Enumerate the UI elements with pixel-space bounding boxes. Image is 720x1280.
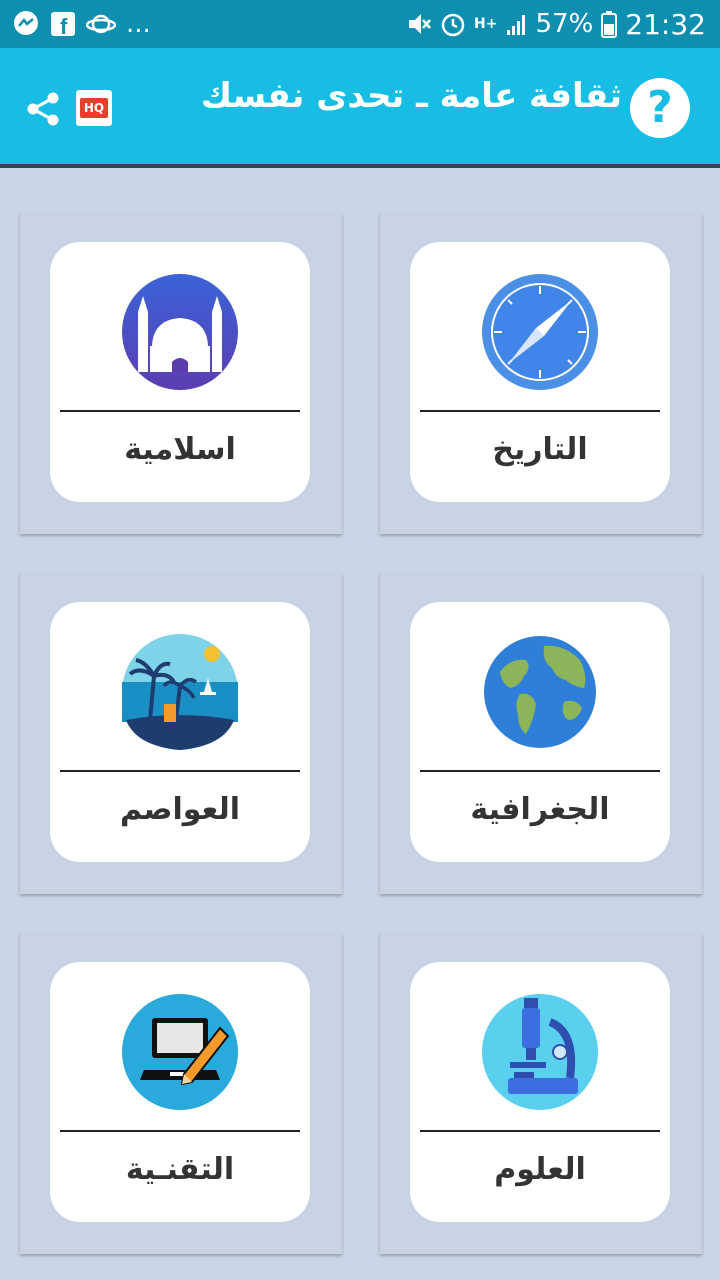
globe-icon [484, 636, 596, 748]
category-card[interactable]: التاريخ [410, 242, 670, 502]
divider [60, 410, 300, 412]
compass-icon [482, 274, 598, 390]
divider [420, 410, 660, 412]
alarm-icon [441, 13, 465, 37]
category-label: الجغرافية [470, 792, 610, 827]
network-type: H+ [474, 16, 498, 32]
share-icon[interactable] [24, 90, 62, 128]
category-card[interactable]: العلوم [410, 962, 670, 1222]
hq-icon: HQ [80, 98, 108, 118]
divider [420, 1130, 660, 1132]
clock: 21:32 [625, 7, 706, 41]
category-label: اسلامية [124, 432, 236, 467]
divider [420, 770, 660, 772]
category-card[interactable]: التقنـية [50, 962, 310, 1222]
facebook-icon: f [51, 12, 75, 37]
microscope-icon [482, 994, 598, 1110]
planet-icon [86, 14, 116, 34]
category-card[interactable]: اسلامية [50, 242, 310, 502]
category-tile-capitals[interactable]: العواصم [20, 572, 342, 894]
hq-button[interactable]: HQ [76, 90, 112, 126]
category-tile-islamic[interactable]: اسلامية [20, 212, 342, 534]
battery-icon [601, 11, 618, 38]
help-button[interactable]: ? [630, 78, 690, 138]
category-card[interactable]: العواصم [50, 602, 310, 862]
app-title: ثقافة عامة ـ تحدى نفسك [200, 76, 622, 116]
category-tile-geography[interactable]: الجغرافية [380, 572, 702, 894]
svg-text:f: f [60, 14, 68, 37]
mute-icon [409, 14, 431, 34]
battery-percent: 57% [535, 9, 594, 39]
category-label: العلوم [494, 1152, 586, 1187]
divider [60, 1130, 300, 1132]
category-label: التقنـية [125, 1152, 235, 1187]
category-card[interactable]: الجغرافية [410, 602, 670, 862]
more-notifications: ... [126, 9, 151, 39]
divider [60, 770, 300, 772]
status-bar: f ... H+ 57% 21:32 [0, 0, 720, 48]
beach-icon [122, 634, 238, 750]
category-label: العواصم [119, 792, 241, 827]
signal-icon [506, 15, 525, 35]
notification-icons: f ... [12, 8, 151, 40]
laptop-pencil-icon [122, 994, 238, 1110]
mosque-icon [122, 274, 238, 390]
question-mark-icon: ? [647, 82, 673, 133]
messenger-icon [14, 11, 38, 35]
category-tile-technology[interactable]: التقنـية [20, 932, 342, 1254]
app-bar: ? ثقافة عامة ـ تحدى نفسك HQ [0, 48, 720, 168]
category-tile-history[interactable]: التاريخ [380, 212, 702, 534]
system-indicators: H+ 57% 21:32 [406, 7, 706, 41]
category-tile-science[interactable]: العلوم [380, 932, 702, 1254]
category-label: التاريخ [492, 432, 588, 467]
